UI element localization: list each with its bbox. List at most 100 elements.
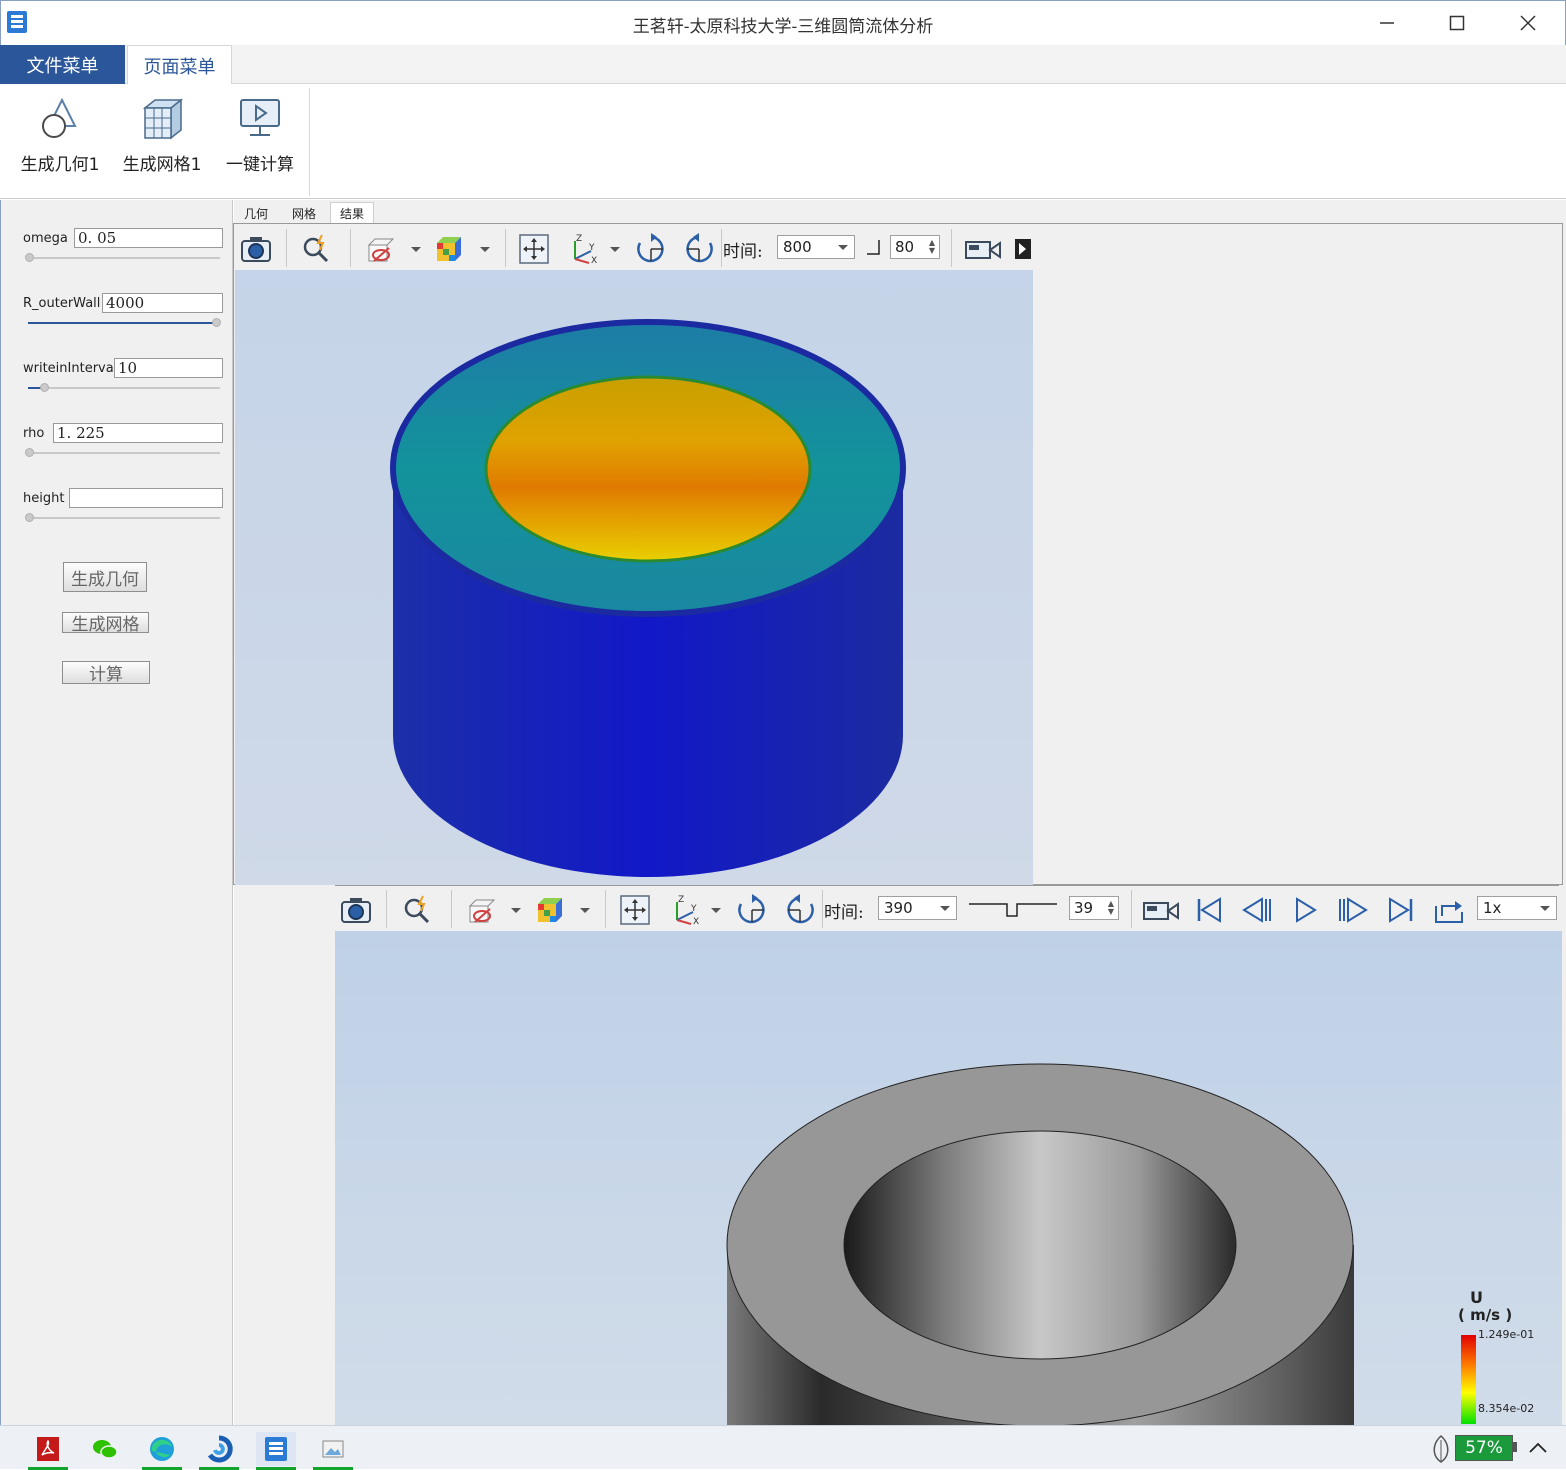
hide-object-icon[interactable] bbox=[365, 233, 397, 265]
param-writeininterval-input[interactable]: 10 bbox=[114, 358, 223, 378]
edge-browser-icon bbox=[150, 1437, 174, 1461]
color-map-icon[interactable] bbox=[534, 894, 566, 926]
legend-unit: ( m/s ) bbox=[1458, 1306, 1513, 1324]
param-omega-input[interactable]: 0. 05 bbox=[74, 228, 223, 248]
taskbar-cfd-app[interactable] bbox=[256, 1432, 296, 1470]
param-r-outerwall-slider[interactable] bbox=[28, 318, 221, 327]
spin-arrows-icon[interactable]: ▲ ▼ bbox=[1108, 900, 1114, 916]
toolbar-separator bbox=[1131, 890, 1132, 928]
hide-object-icon[interactable] bbox=[466, 894, 498, 926]
tab-page-menu[interactable]: 页面菜单 bbox=[127, 45, 232, 85]
screenshot-icon[interactable] bbox=[240, 233, 272, 265]
last-frame-icon[interactable] bbox=[1385, 894, 1417, 926]
legend-variable: U bbox=[1470, 1288, 1483, 1307]
tab-geometry[interactable]: 几何 bbox=[234, 202, 278, 224]
param-r-outerwall-label: R_outerWall bbox=[23, 296, 101, 311]
svg-text:Y: Y bbox=[690, 904, 697, 914]
pan-move-icon[interactable] bbox=[518, 233, 550, 265]
generate-mesh-button[interactable]: 生成网格 bbox=[62, 612, 149, 635]
one-click-compute-ribbon-button[interactable]: 一键计算 bbox=[210, 94, 310, 189]
slider-thumb[interactable] bbox=[25, 448, 34, 457]
generate-mesh-label: 生成网格1 bbox=[122, 155, 202, 175]
photo-viewer-icon bbox=[322, 1440, 344, 1458]
first-frame-icon[interactable] bbox=[1193, 894, 1225, 926]
param-height-slider[interactable] bbox=[25, 513, 220, 522]
parameter-panel: omega 0. 05 R_outerWall 4000 writeinInte… bbox=[0, 200, 233, 1425]
toolbar-separator bbox=[386, 890, 387, 928]
param-height-input[interactable] bbox=[69, 488, 223, 508]
time-slider-track[interactable] bbox=[967, 898, 1059, 920]
param-writeininterval-label: writeinInterval bbox=[23, 361, 118, 376]
rotate-counterclockwise-icon[interactable] bbox=[784, 894, 816, 926]
view2-time-select[interactable]: 390 bbox=[878, 896, 957, 920]
record-video-icon[interactable] bbox=[963, 233, 1003, 265]
battery-indicator[interactable]: 57% bbox=[1455, 1435, 1513, 1461]
svg-text:X: X bbox=[693, 917, 699, 926]
rotate-clockwise-icon[interactable] bbox=[635, 233, 667, 265]
generate-geometry-ribbon-button[interactable]: 生成几何1 bbox=[10, 94, 110, 189]
view2-frame-spinbox[interactable]: 39 ▲ ▼ bbox=[1069, 896, 1119, 920]
color-map-dropdown[interactable] bbox=[576, 904, 592, 916]
taskbar-edge-app[interactable] bbox=[142, 1432, 182, 1470]
param-writeininterval-slider[interactable] bbox=[28, 383, 220, 392]
color-map-icon[interactable] bbox=[433, 233, 465, 265]
playback-speed-select[interactable]: 1x bbox=[1477, 896, 1557, 920]
slider-thumb[interactable] bbox=[212, 318, 221, 327]
ribbon-tab-bar: 文件菜单 页面菜单 bbox=[0, 45, 1566, 85]
play-icon[interactable] bbox=[1289, 894, 1321, 926]
zoom-fit-icon[interactable] bbox=[300, 233, 332, 265]
view1-time-select[interactable]: 800 bbox=[777, 235, 855, 259]
toolbar-separator bbox=[350, 229, 351, 267]
maximize-button[interactable] bbox=[1422, 0, 1492, 45]
tab-file-menu[interactable]: 文件菜单 bbox=[0, 45, 125, 84]
result-viewport-2[interactable] bbox=[335, 931, 1562, 1427]
param-omega-slider[interactable] bbox=[25, 253, 220, 262]
spin-arrows-icon[interactable]: ▲ ▼ bbox=[929, 239, 935, 255]
record-video-icon[interactable] bbox=[1141, 894, 1181, 926]
previous-frame-icon[interactable] bbox=[1241, 894, 1273, 926]
axis-dropdown[interactable] bbox=[606, 243, 622, 255]
cylinder-mesh-render bbox=[726, 1063, 1354, 1427]
taskbar-wechat-app[interactable] bbox=[85, 1432, 125, 1466]
param-r-outerwall-input[interactable]: 4000 bbox=[102, 293, 223, 313]
taskbar-pdf-app[interactable] bbox=[28, 1432, 68, 1470]
generate-mesh-ribbon-button[interactable]: 生成网格1 bbox=[112, 94, 212, 189]
next-frame-icon[interactable] bbox=[1337, 894, 1369, 926]
param-omega-label: omega bbox=[23, 231, 68, 246]
axis-orientation-icon[interactable]: ZYX bbox=[567, 233, 599, 265]
rotate-clockwise-icon[interactable] bbox=[736, 894, 768, 926]
color-map-dropdown[interactable] bbox=[476, 243, 492, 255]
hide-object-dropdown[interactable] bbox=[507, 904, 523, 916]
more-tools-icon[interactable] bbox=[1013, 233, 1033, 265]
view1-frame-spinbox[interactable]: 80 ▲ ▼ bbox=[890, 235, 940, 259]
slider-thumb[interactable] bbox=[40, 383, 49, 392]
slider-thumb[interactable] bbox=[25, 253, 34, 262]
compute-button[interactable]: 计算 bbox=[62, 661, 150, 685]
hide-object-dropdown[interactable] bbox=[407, 243, 423, 255]
param-rho-slider[interactable] bbox=[25, 448, 220, 457]
rotate-counterclockwise-icon[interactable] bbox=[683, 233, 715, 265]
result-viewport-1[interactable] bbox=[235, 270, 1033, 885]
close-button[interactable] bbox=[1493, 0, 1563, 45]
loop-export-icon[interactable] bbox=[1433, 894, 1465, 926]
legend-max-value: 1.249e-01 bbox=[1478, 1328, 1535, 1341]
view2-toolbar: ZYX 时间: 390 39 ▲ ▼ 1x bbox=[335, 885, 1559, 931]
step-icon bbox=[867, 240, 880, 255]
tab-mesh[interactable]: 网格 bbox=[282, 202, 326, 224]
toolbar-separator bbox=[951, 229, 952, 267]
param-rho-input[interactable]: 1. 225 bbox=[53, 423, 223, 443]
minimize-icon bbox=[1380, 21, 1394, 24]
taskbar-swirl-app[interactable] bbox=[199, 1432, 239, 1470]
axis-dropdown[interactable] bbox=[707, 904, 723, 916]
ribbon-panel: 生成几何1 生成网格1 一键计算 bbox=[0, 84, 1566, 199]
chevron-up-icon[interactable] bbox=[1528, 1440, 1548, 1454]
minimize-button[interactable] bbox=[1352, 0, 1422, 45]
slider-thumb[interactable] bbox=[25, 513, 34, 522]
tab-result[interactable]: 结果 bbox=[330, 202, 374, 224]
taskbar-photo-app[interactable] bbox=[313, 1432, 353, 1470]
zoom-fit-icon[interactable] bbox=[401, 894, 433, 926]
pan-move-icon[interactable] bbox=[619, 894, 651, 926]
generate-geometry-button[interactable]: 生成几何 bbox=[63, 562, 147, 592]
screenshot-icon[interactable] bbox=[340, 894, 372, 926]
axis-orientation-icon[interactable]: ZYX bbox=[669, 894, 701, 926]
